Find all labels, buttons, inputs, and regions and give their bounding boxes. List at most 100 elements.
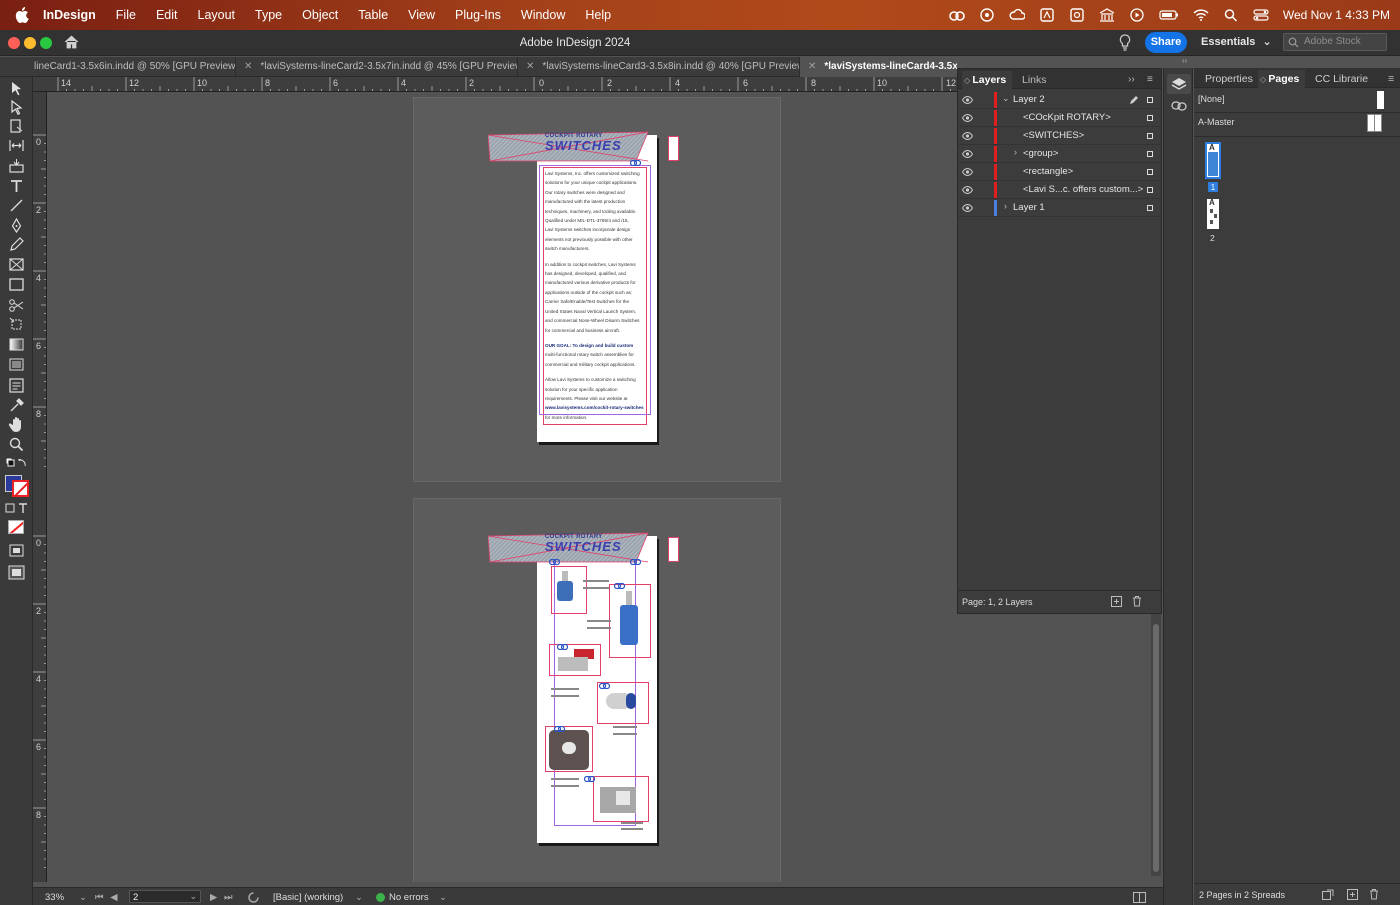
- layer-row-cockpit-rotary[interactable]: <COcKpit ROTARY>: [958, 109, 1161, 127]
- new-layer-icon[interactable]: [1111, 596, 1122, 607]
- visibility-eye-icon[interactable]: [962, 204, 973, 212]
- visibility-eye-icon[interactable]: [962, 186, 973, 194]
- page-number-field[interactable]: 2 ⌄: [129, 890, 201, 903]
- tab-cc-libraries[interactable]: CC Librarie: [1315, 70, 1368, 88]
- document-tab-1[interactable]: lineCard1-3.5x6in.indd @ 50% [GPU Previe…: [0, 57, 236, 77]
- chevron-down-icon[interactable]: ⌄: [439, 892, 447, 903]
- menu-layout[interactable]: Layout: [198, 8, 236, 22]
- panel-menu-icon[interactable]: ≡: [1147, 71, 1153, 89]
- battery-icon[interactable]: [1159, 8, 1179, 22]
- product-image-rotary-switch-1[interactable]: [551, 566, 587, 614]
- play-icon[interactable]: [1129, 8, 1145, 22]
- close-tab-icon[interactable]: ✕: [244, 61, 252, 72]
- new-page-icon[interactable]: [1347, 889, 1358, 900]
- selection-square[interactable]: [1147, 169, 1153, 175]
- first-prev-page-icons[interactable]: ⏮ ◀: [95, 892, 120, 903]
- preflight-errors[interactable]: No errors: [389, 892, 429, 903]
- expand-chevron-icon[interactable]: ›: [1014, 147, 1017, 157]
- layers-dock-button[interactable]: [1167, 74, 1191, 94]
- links-icon[interactable]: [1171, 101, 1187, 111]
- collapse-panel-icon[interactable]: ››: [1128, 71, 1135, 89]
- free-transform-tool-icon[interactable]: [8, 316, 25, 333]
- content-collector-tool-icon[interactable]: [8, 157, 25, 174]
- header-banner-1[interactable]: COCKPIT ROTARY SWITCHES: [488, 130, 660, 162]
- menu-edit[interactable]: Edit: [156, 8, 178, 22]
- layer-row-layer-1[interactable]: › Layer 1: [958, 199, 1161, 217]
- collapse-panels-right-icon[interactable]: ‹‹: [1182, 56, 1187, 65]
- menu-app-name[interactable]: InDesign: [43, 8, 96, 22]
- trash-icon[interactable]: [1132, 595, 1142, 607]
- workspace-switcher[interactable]: Essentials ⌄: [1201, 35, 1272, 48]
- stroke-swatch[interactable]: [12, 480, 29, 497]
- menu-help[interactable]: Help: [585, 8, 611, 22]
- none-master-label[interactable]: [None]: [1198, 94, 1225, 104]
- link-icon[interactable]: [630, 559, 641, 565]
- acrobat-icon[interactable]: [1039, 8, 1055, 22]
- layer-row-body-text[interactable]: <Lavi S...c. offers custom...>: [958, 181, 1161, 199]
- link-icon[interactable]: [557, 644, 568, 650]
- a-master-label[interactable]: A-Master: [1198, 117, 1235, 127]
- library-icon[interactable]: [1099, 8, 1115, 22]
- rectangle-frame-tool-icon[interactable]: [8, 256, 25, 273]
- wifi-icon[interactable]: [1193, 8, 1209, 22]
- menu-plugins[interactable]: Plug-Ins: [455, 8, 501, 22]
- screen-mode-icon[interactable]: [8, 542, 25, 559]
- default-fill-stroke-icon[interactable]: [4, 456, 29, 473]
- menu-object[interactable]: Object: [302, 8, 338, 22]
- trash-icon[interactable]: [1369, 888, 1379, 900]
- sync-status-icon[interactable]: [979, 8, 995, 22]
- preview-mode-icon[interactable]: [8, 564, 25, 581]
- spotlight-search-icon[interactable]: [1223, 8, 1239, 22]
- rectangle-tool-icon[interactable]: [8, 276, 25, 293]
- gradient-feather-tool-icon[interactable]: [8, 356, 25, 373]
- page-2-thumbnail[interactable]: A: [1207, 198, 1219, 229]
- edit-page-size-icon[interactable]: [1322, 889, 1334, 900]
- visibility-eye-icon[interactable]: [962, 114, 973, 122]
- adobe-stock-search-input[interactable]: Adobe Stock: [1283, 33, 1387, 51]
- creative-cloud-icon[interactable]: [949, 8, 965, 22]
- cloud-icon[interactable]: [1009, 8, 1025, 22]
- next-last-page-icons[interactable]: ▶ ⏭: [210, 892, 235, 903]
- eyedropper-tool-icon[interactable]: [8, 397, 25, 414]
- none-master-thumbnail[interactable]: [1377, 91, 1384, 109]
- selection-square[interactable]: [1147, 133, 1153, 139]
- visibility-eye-icon[interactable]: [962, 132, 973, 140]
- tab-pages[interactable]: ◇ Pages: [1258, 70, 1306, 88]
- line-tool-icon[interactable]: [8, 197, 25, 214]
- layer-row-layer-2[interactable]: ⌄ Layer 2: [958, 91, 1161, 109]
- vertical-scrollbar[interactable]: [1151, 614, 1161, 876]
- tab-properties[interactable]: Properties: [1205, 70, 1253, 88]
- scissors-tool-icon[interactable]: [8, 297, 25, 314]
- vertical-ruler[interactable]: 0 2 4 6 8 0 2 4 6 8: [33, 92, 47, 882]
- page-1[interactable]: Lavi Systems, Inc. offers customized swi…: [537, 135, 657, 442]
- tab-links[interactable]: Links: [1022, 71, 1047, 89]
- chevron-down-icon[interactable]: ⌄: [355, 892, 363, 903]
- a-master-thumbnail[interactable]: [1367, 114, 1382, 132]
- selection-square[interactable]: [1147, 151, 1153, 157]
- page-1-thumbnail[interactable]: A: [1205, 142, 1221, 179]
- selection-square[interactable]: [1147, 115, 1153, 121]
- layer-row-group[interactable]: › <group>: [958, 145, 1161, 163]
- horizontal-ruler[interactable]: 14 12 10 8 6 4 2 0 2 4 6 8 10 12: [46, 77, 957, 92]
- link-icon[interactable]: [630, 160, 641, 166]
- empty-frame[interactable]: [668, 136, 679, 161]
- selection-square[interactable]: [1147, 187, 1153, 193]
- menubar-clock[interactable]: Wed Nov 1 4:33 PM: [1283, 8, 1390, 22]
- empty-frame[interactable]: [668, 537, 679, 562]
- expand-chevron-icon[interactable]: ⌄: [1002, 93, 1010, 104]
- expand-chevron-icon[interactable]: ›: [1004, 201, 1007, 211]
- ruler-origin[interactable]: [33, 77, 47, 92]
- apply-none-swatch[interactable]: [8, 520, 24, 534]
- tab-layers[interactable]: ◇ Layers: [962, 71, 1013, 89]
- document-tab-2[interactable]: ✕ *laviSystems-lineCard2-3.5x7in.indd @ 4…: [236, 57, 518, 77]
- pencil-tool-icon[interactable]: [8, 236, 25, 253]
- product-image-panel-switch[interactable]: [545, 726, 593, 772]
- menu-window[interactable]: Window: [521, 8, 565, 22]
- hand-tool-icon[interactable]: [8, 416, 25, 433]
- gradient-swatch-tool-icon[interactable]: [8, 336, 25, 353]
- pencil-target-icon[interactable]: [1129, 95, 1139, 105]
- link-icon[interactable]: [599, 683, 610, 689]
- note-tool-icon[interactable]: [8, 377, 25, 394]
- link-icon[interactable]: [554, 726, 565, 732]
- preflight-profile[interactable]: [Basic] (working): [273, 892, 343, 903]
